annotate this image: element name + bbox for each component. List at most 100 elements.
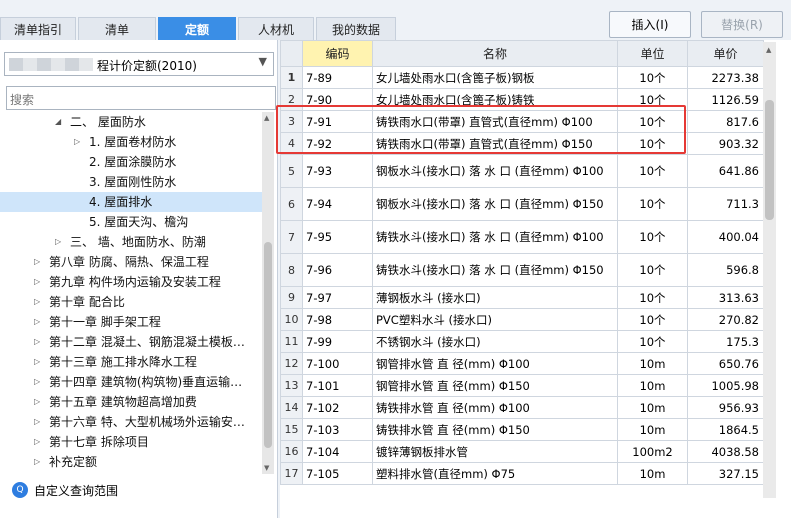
tree-item[interactable]: ▷ 第十一章 脚手架工程 [0,312,262,332]
code-cell[interactable]: 7-95 [302,220,373,254]
price-cell[interactable]: 270.82 [687,308,764,331]
name-cell[interactable]: 不锈钢水斗 (接水口) [372,330,618,353]
row-index-cell[interactable]: 6 [280,187,303,221]
code-cell[interactable]: 7-98 [302,308,373,331]
name-cell[interactable]: 铸铁雨水口(带罩) 直管式(直径mm) Φ150 [372,132,618,155]
tab-labor-material-machine[interactable]: 人材机 [238,17,314,40]
tree-item[interactable]: 5. 屋面天沟、檐沟 [0,212,262,232]
row-index-cell[interactable]: 11 [280,330,303,353]
tree-item[interactable]: ▷ 第九章 构件场内运输及安装工程 [0,272,262,292]
name-cell[interactable]: 钢管排水管 直 径(mm) Φ150 [372,374,618,397]
custom-query-range-button[interactable]: Q 自定义查询范围 [12,480,118,500]
code-cell[interactable]: 7-94 [302,187,373,221]
price-header[interactable]: 单价 [687,40,764,67]
name-cell[interactable]: 薄钢板水斗 (接水口) [372,286,618,309]
tab-bill-guide[interactable]: 清单指引 [0,17,76,40]
expand-right-icon[interactable]: ▷ [55,232,61,252]
row-index-cell[interactable]: 5 [280,154,303,188]
tree-item[interactable]: ▷ 第十五章 建筑物超高增加费 [0,392,262,412]
code-cell[interactable]: 7-91 [302,110,373,133]
code-cell[interactable]: 7-90 [302,88,373,111]
expand-right-icon[interactable]: ▷ [34,372,40,392]
tree-item[interactable]: ▷ 第十七章 拆除项目 [0,432,262,452]
price-cell[interactable]: 650.76 [687,352,764,375]
expand-right-icon[interactable]: ▷ [34,312,40,332]
code-cell[interactable]: 7-97 [302,286,373,309]
price-cell[interactable]: 327.15 [687,462,764,485]
unit-cell[interactable]: 10个 [617,330,688,353]
table-row[interactable]: 12 7-100 钢管排水管 直 径(mm) Φ100 10m 650.76 [280,352,764,375]
row-index-cell[interactable]: 9 [280,286,303,309]
tree-item-selected[interactable]: 4. 屋面排水 [0,192,262,212]
unit-cell[interactable]: 10个 [617,220,688,254]
scrollbar-thumb[interactable] [765,100,774,220]
code-header[interactable]: 编码 [302,40,373,67]
tree-item[interactable]: ▷ 第十三章 施工排水降水工程 [0,352,262,372]
grid-scrollbar[interactable]: ▲ [763,42,776,498]
code-cell[interactable]: 7-92 [302,132,373,155]
tree-item[interactable]: ▷ 补充定额 [0,452,262,472]
unit-cell[interactable]: 10个 [617,66,688,89]
table-row[interactable]: 17 7-105 塑料排水管(直径mm) Φ75 10m 327.15 [280,462,764,485]
row-index-cell[interactable]: 4 [280,132,303,155]
replace-button[interactable]: 替换(R) [701,11,783,38]
name-header[interactable]: 名称 [372,40,618,67]
name-cell[interactable]: 女儿墙处雨水口(含篦子板)钢板 [372,66,618,89]
row-index-cell[interactable]: 16 [280,440,303,463]
name-cell[interactable]: PVC塑料水斗 (接水口) [372,308,618,331]
code-cell[interactable]: 7-89 [302,66,373,89]
table-row[interactable]: 11 7-99 不锈钢水斗 (接水口) 10个 175.3 [280,330,764,353]
price-cell[interactable]: 596.8 [687,253,764,287]
table-row[interactable]: 13 7-101 钢管排水管 直 径(mm) Φ150 10m 1005.98 [280,374,764,397]
unit-cell[interactable]: 10个 [617,88,688,111]
insert-button[interactable]: 插入(I) [609,11,691,38]
price-cell[interactable]: 711.3 [687,187,764,221]
name-cell[interactable]: 铸铁雨水口(带罩) 直管式(直径mm) Φ100 [372,110,618,133]
unit-cell[interactable]: 10个 [617,286,688,309]
expand-right-icon[interactable]: ▷ [34,252,40,272]
tab-bill[interactable]: 清单 [78,17,156,40]
row-index-cell[interactable]: 13 [280,374,303,397]
code-cell[interactable]: 7-96 [302,253,373,287]
expand-right-icon[interactable]: ▷ [34,412,40,432]
table-row[interactable]: 8 7-96 铸铁水斗(接水口) 落 水 口 (直径mm) Φ150 10个 596.8 [280,253,764,287]
tree-item[interactable]: 2. 屋面涂膜防水 [0,152,262,172]
name-cell[interactable]: 钢管排水管 直 径(mm) Φ100 [372,352,618,375]
expand-right-icon[interactable]: ▷ [74,132,80,152]
price-cell[interactable]: 175.3 [687,330,764,353]
row-index-cell[interactable]: 10 [280,308,303,331]
name-cell[interactable]: 铸铁水斗(接水口) 落 水 口 (直径mm) Φ150 [372,253,618,287]
unit-cell[interactable]: 100m2 [617,440,688,463]
price-cell[interactable]: 4038.58 [687,440,764,463]
unit-cell[interactable]: 10个 [617,154,688,188]
tree-item[interactable]: ▷ 第八章 防腐、隔热、保温工程 [0,252,262,272]
row-index-cell[interactable]: 2 [280,88,303,111]
code-cell[interactable]: 7-93 [302,154,373,188]
code-cell[interactable]: 7-99 [302,330,373,353]
table-row[interactable]: 4 7-92 铸铁雨水口(带罩) 直管式(直径mm) Φ150 10个 903.32 [280,132,764,155]
name-cell[interactable]: 钢板水斗(接水口) 落 水 口 (直径mm) Φ100 [372,154,618,188]
code-cell[interactable]: 7-101 [302,374,373,397]
unit-cell[interactable]: 10m [617,462,688,485]
tree-item[interactable]: ◢ 二、 屋面防水 [0,112,262,132]
tab-quota[interactable]: 定额 [158,17,236,40]
quota-library-select[interactable]: 程计价定额(2010) ▼ [4,52,274,76]
unit-cell[interactable]: 10m [617,396,688,419]
tree-item[interactable]: ▷ 第十二章 混凝土、钢筋混凝土模板… [0,332,262,352]
expand-right-icon[interactable]: ▷ [34,272,40,292]
table-row[interactable]: 7 7-95 铸铁水斗(接水口) 落 水 口 (直径mm) Φ100 10个 400.0… [280,220,764,254]
table-row[interactable]: 3 7-91 铸铁雨水口(带罩) 直管式(直径mm) Φ100 10个 817.6 [280,110,764,133]
row-index-cell[interactable]: 17 [280,462,303,485]
tree-item[interactable]: ▷ 1. 屋面卷材防水 [0,132,262,152]
chevron-down-icon[interactable]: ▼ [259,55,267,68]
name-cell[interactable]: 塑料排水管(直径mm) Φ75 [372,462,618,485]
tree-item[interactable]: 3. 屋面刚性防水 [0,172,262,192]
price-cell[interactable]: 400.04 [687,220,764,254]
expand-right-icon[interactable]: ▷ [34,332,40,352]
unit-cell[interactable]: 10个 [617,132,688,155]
tree-item[interactable]: ▷ 第十六章 特、大型机械场外运输安… [0,412,262,432]
tree-item[interactable]: ▷ 第十章 配合比 [0,292,262,312]
code-cell[interactable]: 7-103 [302,418,373,441]
name-cell[interactable]: 铸铁水斗(接水口) 落 水 口 (直径mm) Φ100 [372,220,618,254]
price-cell[interactable]: 1864.5 [687,418,764,441]
